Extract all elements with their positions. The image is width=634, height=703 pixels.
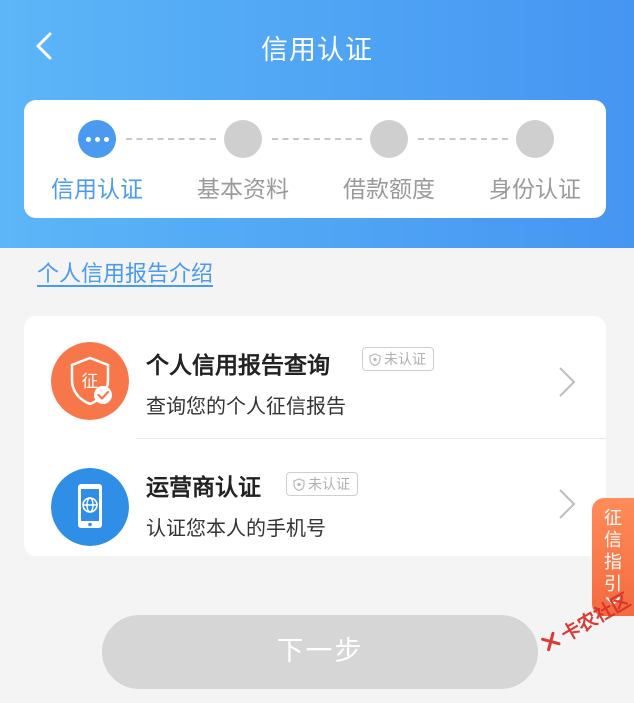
- badge-shield-icon: [369, 352, 381, 366]
- page-title: 信用认证: [261, 35, 373, 66]
- chevron-right-icon: [559, 367, 576, 397]
- watermark-logo-icon: [541, 631, 561, 652]
- item-description: 认证您本人的手机号: [146, 516, 326, 540]
- status-badge: 未认证: [362, 347, 434, 371]
- step-credit-auth: 信用认证: [24, 100, 170, 218]
- step-dot-icon: [516, 120, 554, 158]
- badge-label: 未认证: [384, 352, 426, 368]
- step-label: 基本资料: [197, 177, 289, 203]
- list-item-carrier-auth[interactable]: 运营商认证 未认证 认证您本人的手机号: [24, 438, 606, 556]
- step-label: 借款额度: [343, 177, 435, 203]
- item-title: 个人信用报告查询: [146, 353, 330, 379]
- step-progress-card: 信用认证 基本资料 借款额度 身份认证: [24, 100, 606, 218]
- badge-label: 未认证: [308, 477, 350, 493]
- svg-text:征: 征: [82, 372, 99, 392]
- watermark-label: 卡农社区: [557, 588, 634, 646]
- step-dot-icon: [224, 120, 262, 158]
- next-step-button[interactable]: 下一步: [102, 615, 538, 689]
- list-item-credit-report[interactable]: 征 个人信用报告查询 未认证 查询您的个人征信报告: [24, 316, 606, 436]
- step-dot-icon: [370, 120, 408, 158]
- credit-shield-icon: 征: [51, 342, 129, 420]
- step-loan-amount: 借款额度: [316, 100, 462, 218]
- credit-report-intro-link[interactable]: 个人信用报告介绍: [37, 256, 213, 288]
- item-description: 查询您的个人征信报告: [146, 394, 346, 418]
- community-watermark: 卡农社区: [528, 565, 634, 672]
- step-identity-auth: 身份认证: [462, 100, 608, 218]
- auth-list-card: 征 个人信用报告查询 未认证 查询您的个人征信报告 运营商认证 未认证 认证您本…: [24, 316, 606, 556]
- phone-globe-icon: [51, 468, 129, 546]
- item-title: 运营商认证: [146, 475, 261, 501]
- step-label: 身份认证: [489, 177, 581, 203]
- status-badge: 未认证: [286, 472, 358, 496]
- badge-shield-icon: [293, 477, 305, 491]
- step-active-dot-icon: [78, 120, 116, 158]
- step-basic-info: 基本资料: [170, 100, 316, 218]
- chevron-right-icon: [559, 489, 576, 519]
- step-label: 信用认证: [51, 177, 143, 203]
